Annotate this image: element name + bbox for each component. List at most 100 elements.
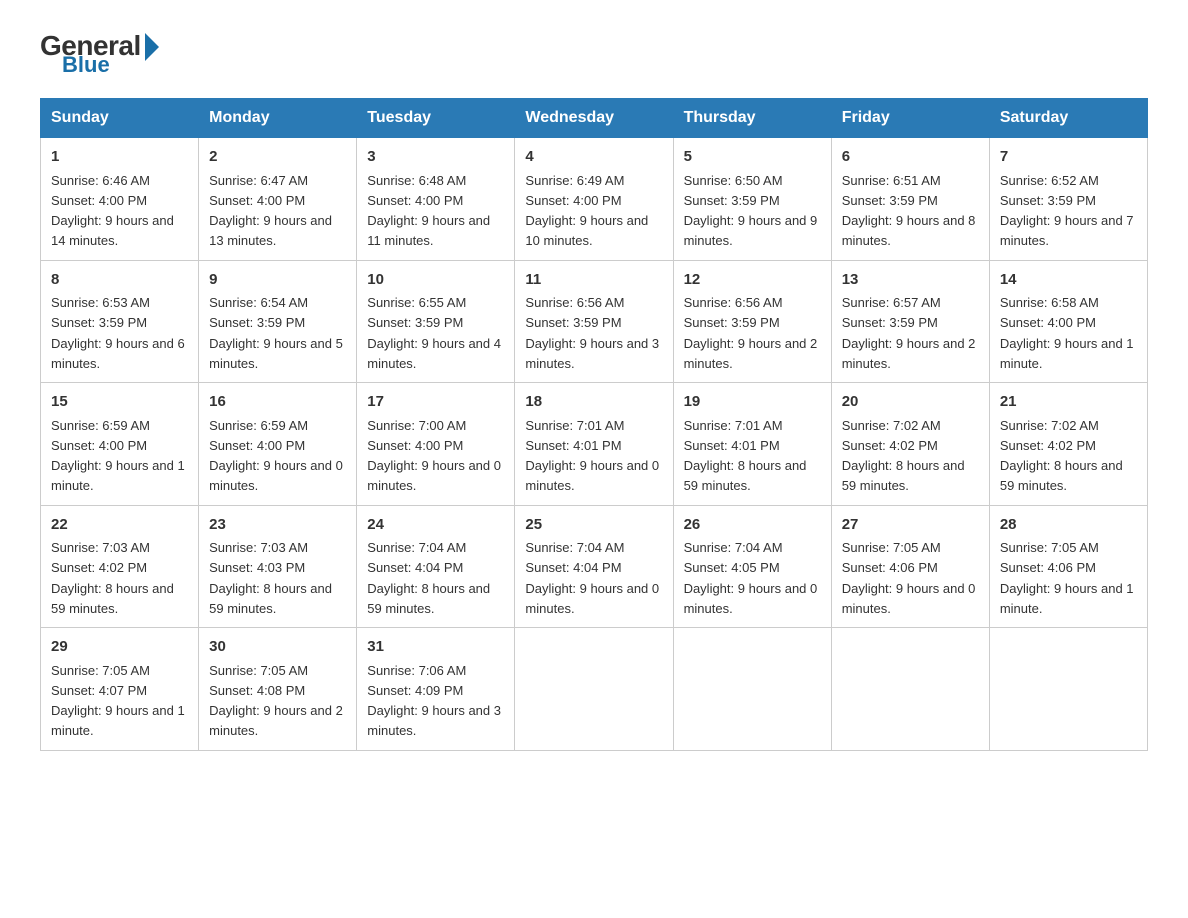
- calendar-cell: [831, 628, 989, 751]
- calendar-header-friday: Friday: [831, 99, 989, 138]
- page-header: General Blue: [40, 30, 1148, 78]
- calendar-cell: 26Sunrise: 7:04 AMSunset: 4:05 PMDayligh…: [673, 505, 831, 628]
- day-info: Sunrise: 6:46 AMSunset: 4:00 PMDaylight:…: [51, 173, 174, 249]
- day-number: 3: [367, 146, 504, 169]
- calendar-cell: 8 Sunrise: 6:53 AMSunset: 3:59 PMDaylight…: [41, 260, 199, 383]
- logo-arrow-icon: [145, 33, 159, 61]
- day-info: Sunrise: 6:58 AMSunset: 4:00 PMDaylight:…: [1000, 295, 1134, 371]
- calendar-week-3: 15 Sunrise: 6:59 AMSunset: 4:00 PMDayligh…: [41, 383, 1148, 506]
- day-info: Sunrise: 7:00 AMSunset: 4:00 PMDaylight:…: [367, 418, 501, 494]
- day-info: Sunrise: 7:05 AMSunset: 4:06 PMDaylight:…: [1000, 540, 1134, 616]
- day-info: Sunrise: 6:47 AMSunset: 4:00 PMDaylight:…: [209, 173, 332, 249]
- day-info: Sunrise: 6:54 AMSunset: 3:59 PMDaylight:…: [209, 295, 343, 371]
- day-info: Sunrise: 7:05 AMSunset: 4:08 PMDaylight:…: [209, 663, 343, 739]
- day-number: 6: [842, 146, 979, 169]
- calendar-cell: 2 Sunrise: 6:47 AMSunset: 4:00 PMDaylight…: [199, 138, 357, 261]
- calendar-cell: 10 Sunrise: 6:55 AMSunset: 3:59 PMDayligh…: [357, 260, 515, 383]
- day-info: Sunrise: 6:48 AMSunset: 4:00 PMDaylight:…: [367, 173, 490, 249]
- day-info: Sunrise: 7:05 AMSunset: 4:07 PMDaylight:…: [51, 663, 185, 739]
- calendar-cell: 25 Sunrise: 7:04 AMSunset: 4:04 PMDayligh…: [515, 505, 673, 628]
- day-number: 9: [209, 269, 346, 292]
- calendar-cell: 16 Sunrise: 6:59 AMSunset: 4:00 PMDayligh…: [199, 383, 357, 506]
- calendar-header-row: SundayMondayTuesdayWednesdayThursdayFrid…: [41, 99, 1148, 138]
- calendar-cell: 21 Sunrise: 7:02 AMSunset: 4:02 PMDayligh…: [989, 383, 1147, 506]
- day-number: 10: [367, 269, 504, 292]
- day-info: Sunrise: 6:52 AMSunset: 3:59 PMDaylight:…: [1000, 173, 1134, 249]
- calendar-cell: 12Sunrise: 6:56 AMSunset: 3:59 PMDayligh…: [673, 260, 831, 383]
- day-number: 14: [1000, 269, 1137, 292]
- calendar-cell: 11 Sunrise: 6:56 AMSunset: 3:59 PMDayligh…: [515, 260, 673, 383]
- day-number: 24: [367, 514, 504, 537]
- calendar-cell: 28 Sunrise: 7:05 AMSunset: 4:06 PMDayligh…: [989, 505, 1147, 628]
- day-info: Sunrise: 7:03 AMSunset: 4:02 PMDaylight:…: [51, 540, 174, 616]
- calendar-cell: 18 Sunrise: 7:01 AMSunset: 4:01 PMDayligh…: [515, 383, 673, 506]
- day-info: Sunrise: 6:50 AMSunset: 3:59 PMDaylight:…: [684, 173, 818, 249]
- calendar-week-4: 22 Sunrise: 7:03 AMSunset: 4:02 PMDayligh…: [41, 505, 1148, 628]
- day-info: Sunrise: 7:05 AMSunset: 4:06 PMDaylight:…: [842, 540, 976, 616]
- calendar-cell: 20Sunrise: 7:02 AMSunset: 4:02 PMDayligh…: [831, 383, 989, 506]
- calendar-header-thursday: Thursday: [673, 99, 831, 138]
- calendar-header-monday: Monday: [199, 99, 357, 138]
- calendar-week-2: 8 Sunrise: 6:53 AMSunset: 3:59 PMDaylight…: [41, 260, 1148, 383]
- calendar-cell: 30Sunrise: 7:05 AMSunset: 4:08 PMDayligh…: [199, 628, 357, 751]
- calendar-cell: 17 Sunrise: 7:00 AMSunset: 4:00 PMDayligh…: [357, 383, 515, 506]
- day-info: Sunrise: 6:59 AMSunset: 4:00 PMDaylight:…: [209, 418, 343, 494]
- calendar-table: SundayMondayTuesdayWednesdayThursdayFrid…: [40, 98, 1148, 751]
- calendar-cell: 13Sunrise: 6:57 AMSunset: 3:59 PMDayligh…: [831, 260, 989, 383]
- day-number: 1: [51, 146, 188, 169]
- calendar-cell: 27 Sunrise: 7:05 AMSunset: 4:06 PMDayligh…: [831, 505, 989, 628]
- calendar-cell: 5 Sunrise: 6:50 AMSunset: 3:59 PMDaylight…: [673, 138, 831, 261]
- day-number: 12: [684, 269, 821, 292]
- calendar-cell: 29 Sunrise: 7:05 AMSunset: 4:07 PMDayligh…: [41, 628, 199, 751]
- day-info: Sunrise: 6:53 AMSunset: 3:59 PMDaylight:…: [51, 295, 185, 371]
- day-info: Sunrise: 6:55 AMSunset: 3:59 PMDaylight:…: [367, 295, 501, 371]
- day-number: 27: [842, 514, 979, 537]
- day-number: 28: [1000, 514, 1137, 537]
- day-info: Sunrise: 6:59 AMSunset: 4:00 PMDaylight:…: [51, 418, 185, 494]
- calendar-cell: 1 Sunrise: 6:46 AMSunset: 4:00 PMDaylight…: [41, 138, 199, 261]
- day-number: 20: [842, 391, 979, 414]
- calendar-week-5: 29 Sunrise: 7:05 AMSunset: 4:07 PMDayligh…: [41, 628, 1148, 751]
- calendar-cell: 24 Sunrise: 7:04 AMSunset: 4:04 PMDayligh…: [357, 505, 515, 628]
- calendar-cell: 22 Sunrise: 7:03 AMSunset: 4:02 PMDayligh…: [41, 505, 199, 628]
- day-info: Sunrise: 6:51 AMSunset: 3:59 PMDaylight:…: [842, 173, 976, 249]
- day-number: 17: [367, 391, 504, 414]
- day-number: 21: [1000, 391, 1137, 414]
- day-number: 31: [367, 636, 504, 659]
- day-number: 26: [684, 514, 821, 537]
- calendar-header-saturday: Saturday: [989, 99, 1147, 138]
- day-info: Sunrise: 6:49 AMSunset: 4:00 PMDaylight:…: [525, 173, 648, 249]
- logo: General Blue: [40, 30, 159, 78]
- calendar-cell: 7Sunrise: 6:52 AMSunset: 3:59 PMDaylight…: [989, 138, 1147, 261]
- calendar-cell: [673, 628, 831, 751]
- day-number: 16: [209, 391, 346, 414]
- day-info: Sunrise: 7:01 AMSunset: 4:01 PMDaylight:…: [684, 418, 807, 494]
- day-info: Sunrise: 7:02 AMSunset: 4:02 PMDaylight:…: [1000, 418, 1123, 494]
- calendar-header-wednesday: Wednesday: [515, 99, 673, 138]
- day-number: 19: [684, 391, 821, 414]
- calendar-cell: [989, 628, 1147, 751]
- day-info: Sunrise: 7:01 AMSunset: 4:01 PMDaylight:…: [525, 418, 659, 494]
- day-info: Sunrise: 6:56 AMSunset: 3:59 PMDaylight:…: [525, 295, 659, 371]
- day-info: Sunrise: 7:04 AMSunset: 4:04 PMDaylight:…: [367, 540, 490, 616]
- day-number: 15: [51, 391, 188, 414]
- calendar-cell: 19 Sunrise: 7:01 AMSunset: 4:01 PMDayligh…: [673, 383, 831, 506]
- day-number: 18: [525, 391, 662, 414]
- calendar-body: 1 Sunrise: 6:46 AMSunset: 4:00 PMDaylight…: [41, 138, 1148, 751]
- day-number: 5: [684, 146, 821, 169]
- day-number: 2: [209, 146, 346, 169]
- day-number: 29: [51, 636, 188, 659]
- day-number: 8: [51, 269, 188, 292]
- day-number: 11: [525, 269, 662, 292]
- calendar-cell: 14 Sunrise: 6:58 AMSunset: 4:00 PMDayligh…: [989, 260, 1147, 383]
- day-number: 23: [209, 514, 346, 537]
- day-number: 22: [51, 514, 188, 537]
- calendar-cell: 3 Sunrise: 6:48 AMSunset: 4:00 PMDaylight…: [357, 138, 515, 261]
- day-number: 25: [525, 514, 662, 537]
- day-number: 13: [842, 269, 979, 292]
- day-info: Sunrise: 7:06 AMSunset: 4:09 PMDaylight:…: [367, 663, 501, 739]
- day-info: Sunrise: 7:03 AMSunset: 4:03 PMDaylight:…: [209, 540, 332, 616]
- calendar-cell: [515, 628, 673, 751]
- day-info: Sunrise: 7:04 AMSunset: 4:04 PMDaylight:…: [525, 540, 659, 616]
- calendar-cell: 4Sunrise: 6:49 AMSunset: 4:00 PMDaylight…: [515, 138, 673, 261]
